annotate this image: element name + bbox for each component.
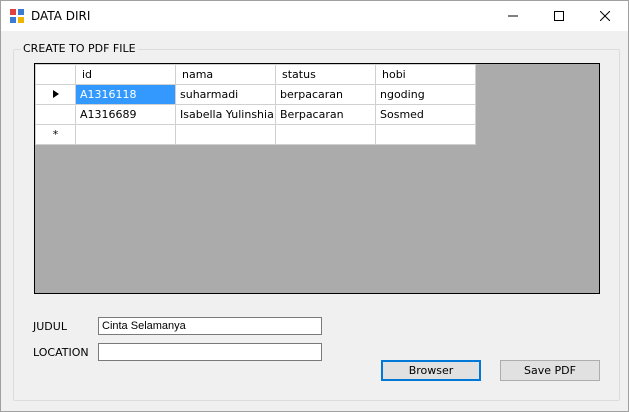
cell-nama[interactable]: suharmadi xyxy=(175,84,276,105)
cell-hobi[interactable] xyxy=(375,124,476,145)
current-row-arrow-icon xyxy=(52,90,59,98)
table-row[interactable]: A1316689 Isabella Yulinshia... Berpacara… xyxy=(35,104,476,125)
save-pdf-button[interactable]: Save PDF xyxy=(500,360,600,381)
cell-id[interactable] xyxy=(75,124,176,145)
cell-nama[interactable] xyxy=(175,124,276,145)
grid-corner-cell[interactable] xyxy=(35,64,76,85)
table-row[interactable]: A1316118 suharmadi berpacaran ngoding xyxy=(35,84,476,105)
minimize-icon xyxy=(508,15,518,17)
browser-button[interactable]: Browser xyxy=(381,360,481,381)
cell-hobi[interactable]: ngoding xyxy=(375,84,476,105)
judul-label: JUDUL xyxy=(33,320,67,333)
column-header-status[interactable]: status xyxy=(275,64,376,85)
data-grid[interactable]: id nama status hobi A1316118 suharmadi b… xyxy=(34,63,600,294)
cell-status[interactable]: berpacaran xyxy=(275,84,376,105)
maximize-icon xyxy=(554,11,564,21)
maximize-button[interactable] xyxy=(536,1,582,31)
cell-hobi[interactable]: Sosmed xyxy=(375,104,476,125)
column-header-id[interactable]: id xyxy=(75,64,176,85)
row-header[interactable] xyxy=(35,84,76,105)
location-input[interactable] xyxy=(98,343,322,361)
close-icon xyxy=(600,11,610,21)
location-label: LOCATION xyxy=(33,346,89,359)
minimize-button[interactable] xyxy=(490,1,536,31)
grid-table: id nama status hobi A1316118 suharmadi b… xyxy=(35,64,476,145)
window-title: DATA DIRI xyxy=(31,9,91,23)
cell-status[interactable] xyxy=(275,124,376,145)
cell-status[interactable]: Berpacaran xyxy=(275,104,376,125)
app-icon xyxy=(10,9,24,23)
new-row[interactable]: * xyxy=(35,124,476,145)
grid-header-row: id nama status hobi xyxy=(35,64,476,85)
new-row-marker[interactable]: * xyxy=(35,124,76,145)
title-bar[interactable]: DATA DIRI xyxy=(1,1,628,31)
column-header-nama[interactable]: nama xyxy=(175,64,276,85)
close-button[interactable] xyxy=(582,1,628,31)
cell-id[interactable]: A1316689 xyxy=(75,104,176,125)
main-window: DATA DIRI CREATE TO PDF FILE id nama sta… xyxy=(0,0,629,412)
column-header-hobi[interactable]: hobi xyxy=(375,64,476,85)
cell-id[interactable]: A1316118 xyxy=(75,84,176,105)
cell-nama[interactable]: Isabella Yulinshia... xyxy=(175,104,276,125)
row-header[interactable] xyxy=(35,104,76,125)
judul-input[interactable] xyxy=(98,317,322,335)
groupbox-title: CREATE TO PDF FILE xyxy=(21,42,138,55)
